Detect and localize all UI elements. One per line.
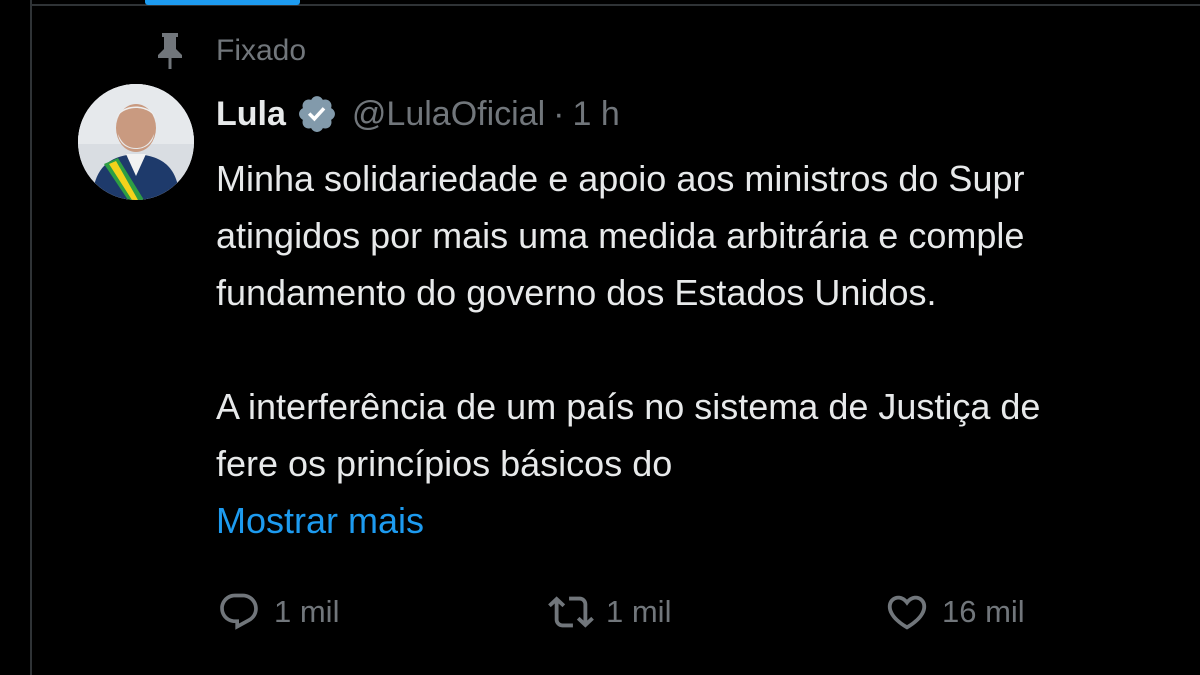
show-more-link[interactable]: Mostrar mais — [216, 492, 424, 549]
avatar[interactable] — [78, 84, 194, 200]
repost-icon — [548, 589, 594, 635]
tweet-text-line: fundamento do governo dos Estados Unidos… — [216, 272, 937, 313]
tweet-header: Lula @LulaOficial · 1 h — [216, 88, 620, 140]
repost-button[interactable]: 1 mil — [548, 586, 671, 638]
tweet-actions-bar: 1 mil 1 mil 16 mil — [0, 586, 1200, 638]
reply-button[interactable]: 1 mil — [216, 586, 339, 638]
tweet-text-line: A interferência de um país no sistema de… — [216, 386, 1041, 427]
reply-icon — [216, 589, 262, 635]
tweet-text-line: atingidos por mais uma medida arbitrária… — [216, 215, 1025, 256]
like-button[interactable]: 16 mil — [884, 586, 1025, 638]
repost-count: 1 mil — [606, 594, 672, 629]
pinned-label-row: Fixado — [150, 26, 306, 76]
tweet-timestamp[interactable]: 1 h — [573, 95, 620, 134]
column-divider — [30, 0, 32, 675]
active-tab-indicator — [145, 0, 300, 5]
tweet-screenshot: Fixado Lula @LulaOficial · 1 h Minha sol… — [0, 0, 1200, 675]
header-separator: · — [553, 94, 565, 133]
pin-icon — [150, 31, 190, 71]
author-handle[interactable]: @LulaOficial — [352, 95, 545, 134]
pinned-label: Fixado — [216, 34, 307, 67]
reply-count: 1 mil — [274, 594, 340, 629]
verified-badge-icon[interactable] — [296, 93, 338, 135]
like-count: 16 mil — [942, 594, 1025, 629]
tweet-text: Minha solidariedade e apoio aos ministro… — [216, 150, 1200, 492]
tweet-text-line: Minha solidariedade e apoio aos ministro… — [216, 158, 1025, 199]
author-display-name[interactable]: Lula — [216, 95, 286, 134]
tweet-text-line: fere os princípios básicos do — [216, 443, 673, 484]
heart-icon — [884, 589, 930, 635]
